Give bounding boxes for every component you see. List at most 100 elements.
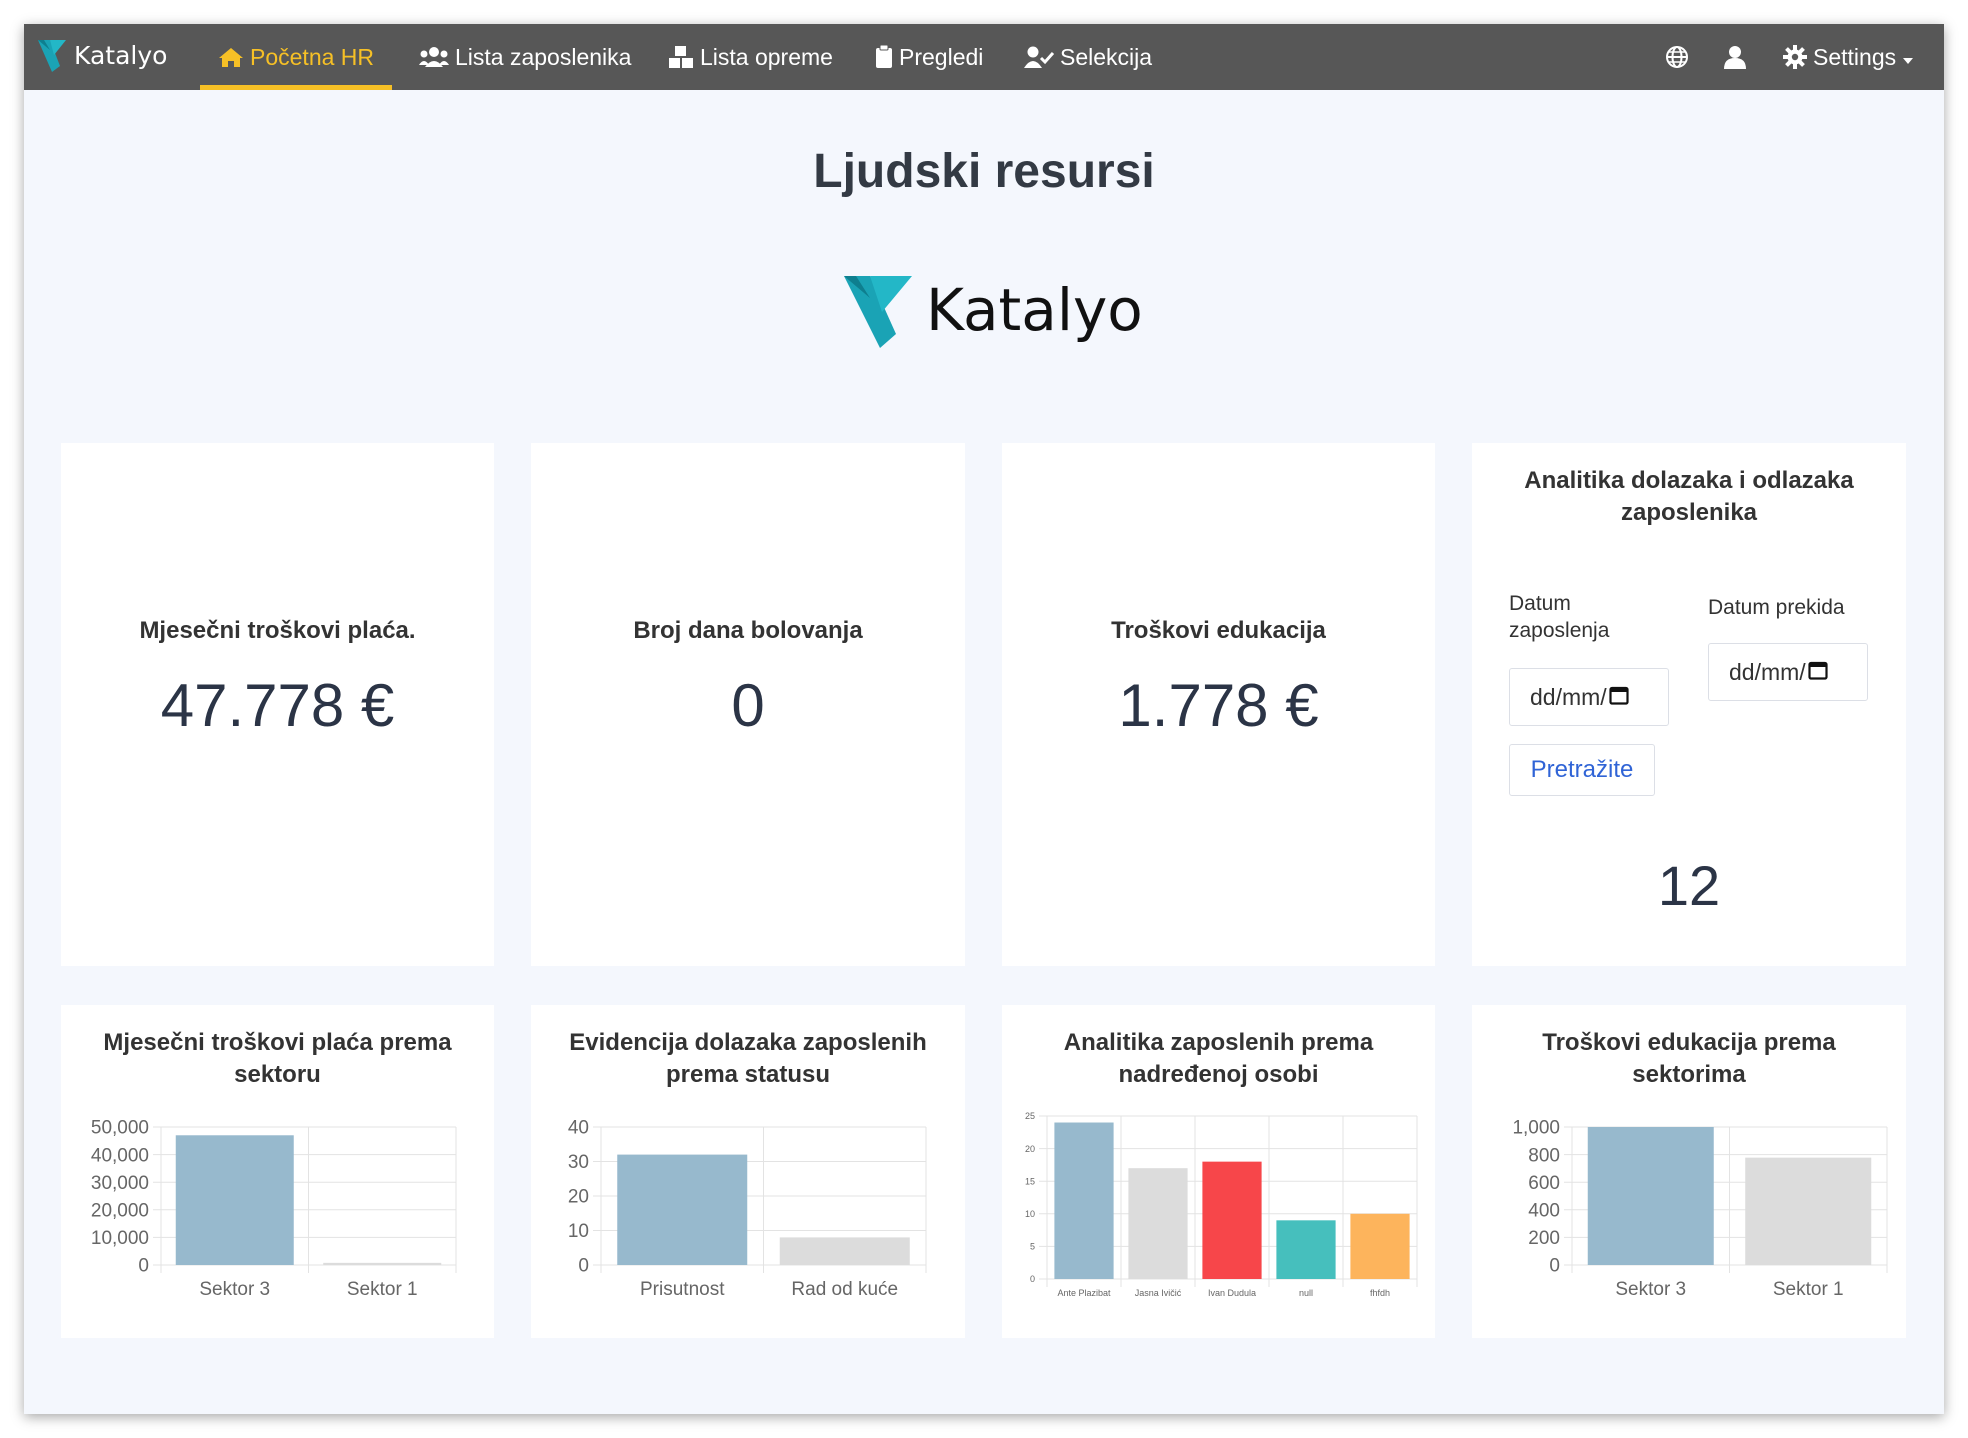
chart-card-employees-by-manager: Analitika zaposlenih prema nadređenoj os…: [1002, 1005, 1435, 1338]
x-category-label: fhfdh: [1370, 1288, 1390, 1298]
settings-dropdown[interactable]: Settings: [1783, 24, 1914, 90]
salary-by-sector-chart: 0 10,000 20,000 30,000 40,000 50,000 Sektor 3 S…: [91, 1118, 457, 1300]
attendance-by-status-chart: 0 10 20 30 40 Prisutnost Rad od kuće: [568, 1118, 927, 1300]
y-tick-label: 800: [1528, 1145, 1560, 1166]
y-tick-label: 10: [568, 1221, 589, 1242]
brand[interactable]: Katalyo: [38, 38, 167, 72]
nav-item-label: Pregledi: [899, 43, 984, 70]
x-category-label: Sektor 3: [1615, 1279, 1686, 1300]
y-tick-label: 0: [138, 1256, 149, 1277]
x-category-label: null: [1299, 1288, 1313, 1298]
nav-item-selekcija[interactable]: Selekcija: [1024, 24, 1152, 90]
bar[interactable]: [617, 1154, 748, 1265]
y-tick-label: 20: [568, 1187, 589, 1208]
bar[interactable]: [175, 1135, 294, 1265]
language-button[interactable]: [1665, 24, 1689, 90]
x-category-label: Ante Plazibat: [1057, 1288, 1111, 1298]
y-tick-label: 30,000: [91, 1173, 149, 1194]
y-tick-label: 25: [1025, 1111, 1035, 1121]
x-category-label: Sektor 1: [1773, 1279, 1844, 1300]
bar[interactable]: [779, 1237, 910, 1265]
page-title: Ljudski resursi: [813, 145, 1155, 198]
end-date-label: Datum prekida: [1708, 596, 1845, 619]
nav-item-label: Početna HR: [250, 43, 375, 70]
katalyo-logo-mark-icon: [844, 276, 912, 348]
nav-item-label: Selekcija: [1060, 43, 1153, 70]
chart-card-attendance-by-status: Evidencija dolazaka zaposlenih prema sta…: [531, 1005, 965, 1338]
x-category-label: Sektor 3: [199, 1279, 270, 1300]
y-tick-label: 1,000: [1512, 1118, 1560, 1139]
x-category-label: Rad od kuće: [791, 1279, 898, 1300]
y-tick-label: 20: [1025, 1144, 1035, 1154]
end-date-value: dd/mm/: [1729, 658, 1806, 685]
brand-name: Katalyo: [74, 40, 168, 70]
kpi-value: 47.778 €: [160, 672, 395, 739]
y-tick-label: 10: [1025, 1209, 1035, 1219]
y-tick-label: 10,000: [91, 1228, 149, 1249]
bar[interactable]: [1128, 1168, 1188, 1279]
education-by-sector-chart: 0 200 400 600 800 1,000 Sektor 3 Sektor 1: [1512, 1118, 1888, 1300]
user-menu-button[interactable]: [1724, 24, 1746, 90]
nav-item-pocetna-hr[interactable]: Početna HR: [200, 24, 393, 90]
employees-by-manager-chart: 0 5 10 15 20 25 Ante Plazibat Jasna Ivičić Ivan …: [1025, 1111, 1418, 1298]
y-tick-label: 5: [1030, 1242, 1035, 1252]
kpi-title: Mjesečni troškovi plaća.: [139, 617, 416, 644]
nav-item-label: Lista zaposlenika: [455, 43, 632, 70]
kpi-card-salary: Mjesečni troškovi plaća. 47.778 €: [61, 443, 494, 966]
caret-down-icon: [1902, 44, 1914, 71]
bar[interactable]: [1745, 1157, 1872, 1265]
kpi-card-education: Troškovi edukacija 1.778 €: [1002, 443, 1435, 966]
katalyo-logo: Katalyo: [844, 272, 1143, 348]
chart-card-salary-by-sector: Mjesečni troškovi plaća prema sektoru 01…: [61, 1005, 494, 1338]
attendance-result: 12: [1657, 854, 1721, 917]
end-date-input[interactable]: dd/mm/: [1708, 643, 1868, 701]
calendar-icon: [1609, 684, 1629, 711]
bar[interactable]: [1202, 1161, 1262, 1279]
y-tick-label: 0: [578, 1256, 589, 1277]
x-category-label: Jasna Ivičić: [1135, 1288, 1182, 1298]
kpi-title: Troškovi edukacija: [1111, 617, 1326, 644]
nav-item-pregledi[interactable]: Pregledi: [875, 24, 983, 90]
chart-card-education-by-sector: Troškovi edukacija prema sektorima 0 200 4…: [1472, 1005, 1906, 1338]
x-category-label: Prisutnost: [640, 1279, 725, 1300]
home-icon: [218, 46, 244, 68]
search-button[interactable]: Pretražite: [1509, 744, 1655, 796]
kpi-value: 0: [731, 672, 765, 739]
y-tick-label: 30: [568, 1152, 589, 1173]
y-tick-label: 15: [1025, 1176, 1035, 1186]
nav-item-label: Lista opreme: [700, 43, 833, 70]
kpi-value: 1.778 €: [1118, 672, 1319, 739]
logo-text: Katalyo: [926, 276, 1143, 344]
attendance-analytics-card: Analitika dolazaka i odlazaka zaposlenik…: [1472, 443, 1906, 966]
user-check-icon: [1024, 46, 1054, 68]
start-date-value: dd/mm/: [1530, 683, 1607, 710]
attendance-title: Analitika dolazaka i odlazaka zaposlenik…: [1524, 467, 1854, 526]
y-tick-label: 200: [1528, 1228, 1560, 1249]
top-navbar: Katalyo Početna HR Lista zaposlenika Lis…: [24, 24, 1944, 90]
users-icon: [419, 46, 449, 68]
bar[interactable]: [1054, 1122, 1114, 1279]
globe-icon: [1665, 45, 1689, 69]
bar[interactable]: [1587, 1127, 1714, 1265]
x-category-label: Sektor 1: [347, 1279, 418, 1300]
y-tick-label: 400: [1528, 1200, 1560, 1221]
y-tick-label: 40: [568, 1118, 589, 1139]
kpi-card-sick-days: Broj dana bolovanja 0: [531, 443, 965, 966]
katalyo-logo-icon: [38, 40, 66, 72]
start-date-input[interactable]: dd/mm/: [1509, 668, 1669, 726]
y-tick-label: 600: [1528, 1173, 1560, 1194]
user-icon: [1724, 45, 1746, 69]
y-tick-label: 0: [1030, 1274, 1035, 1284]
bar[interactable]: [1276, 1220, 1336, 1279]
nav-item-lista-zaposlenika[interactable]: Lista zaposlenika: [419, 24, 631, 90]
start-date-label: Datum zaposlenja: [1509, 592, 1610, 642]
settings-label: Settings: [1813, 43, 1897, 70]
gear-icon: [1783, 45, 1807, 69]
y-tick-label: 50,000: [91, 1118, 149, 1139]
bar[interactable]: [1350, 1213, 1410, 1279]
clipboard-icon: [875, 45, 893, 69]
boxes-icon: [668, 45, 694, 69]
y-tick-label: 40,000: [91, 1145, 149, 1166]
nav-item-lista-opreme[interactable]: Lista opreme: [668, 24, 833, 90]
bar[interactable]: [323, 1262, 442, 1265]
